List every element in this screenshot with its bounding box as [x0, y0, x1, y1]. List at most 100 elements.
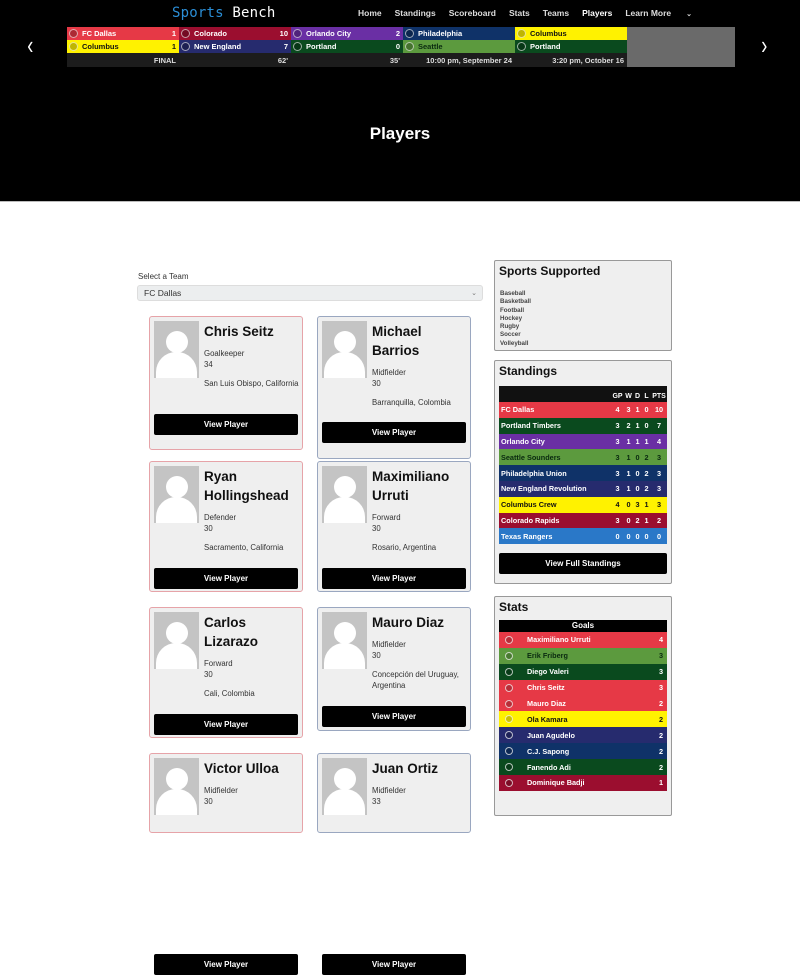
sport-item[interactable]: Football: [500, 307, 671, 315]
standings-pts: 3: [656, 452, 662, 462]
avatar-body-icon: [156, 352, 197, 378]
ticker-game[interactable]: Colorado 10 New England 7 62': [179, 27, 291, 67]
stats-player-name: Mauro Diaz: [527, 699, 566, 708]
site-logo[interactable]: Sports Bench: [172, 5, 276, 21]
standings-gp: 3: [615, 484, 620, 494]
standings-d: 3: [635, 500, 640, 510]
nav-standings[interactable]: Standings: [395, 8, 436, 18]
score-ticker: FC Dallas 1 Columbus 1 FINAL Colorado 10 New En…: [67, 27, 735, 67]
standings-team-name: Seattle Sounders: [501, 452, 561, 462]
standings-row[interactable]: New England Revolution 3 1 0 2 3: [499, 480, 667, 497]
view-player-button[interactable]: View Player: [154, 714, 298, 735]
standings-w: 1: [626, 484, 631, 494]
team-logo-icon: [293, 29, 302, 38]
standings-row[interactable]: FC Dallas 4 3 1 0 10: [499, 402, 667, 418]
stats-value: 2: [658, 746, 663, 756]
player-card: Chris Seitz Goalkeeper 34 San Luis Obispo, …: [149, 316, 303, 450]
standings-row[interactable]: Seattle Sounders 3 1 0 2 3: [499, 449, 667, 466]
ticker-team-row: Orlando City 2: [291, 27, 403, 40]
sport-item[interactable]: Hockey: [500, 315, 671, 323]
team-logo-icon: [505, 651, 513, 660]
ticker-game[interactable]: Orlando City 2 Portland 0 35': [291, 27, 403, 67]
stats-row[interactable]: Fanendo Adi 2: [499, 759, 667, 776]
nav-players[interactable]: Players: [582, 8, 612, 18]
stats-row[interactable]: Mauro Diaz 2: [499, 695, 667, 712]
team-logo-icon: [69, 42, 78, 51]
sport-item[interactable]: Basketball: [500, 298, 671, 306]
player-card: Victor Ulloa Midfielder 30 View Player: [149, 753, 303, 975]
sport-item[interactable]: Baseball: [500, 290, 671, 298]
player-name: Mauro Diaz: [372, 615, 445, 630]
standings-row[interactable]: Columbus Crew 4 0 3 1 3: [499, 496, 667, 513]
standings-pts: 7: [656, 421, 662, 431]
ticker-prev-arrow-icon[interactable]: ‹: [27, 32, 33, 58]
stats-row[interactable]: Dominique Badji 1: [499, 775, 667, 791]
player-number: 30: [204, 524, 213, 533]
standings-row[interactable]: Portland Timbers 3 2 1 0 7: [499, 417, 667, 434]
standings-row[interactable]: Philadelphia Union 3 1 0 2 3: [499, 465, 667, 481]
nav-teams[interactable]: Teams: [543, 8, 569, 18]
ticker-game[interactable]: Philadelphia Seattle 10:00 pm, September 2…: [403, 27, 515, 67]
chevron-down-icon: ⌄: [471, 290, 477, 297]
standings-team-name: FC Dallas: [501, 405, 535, 415]
standings-row[interactable]: Colorado Rapids 3 0 2 1 2: [499, 512, 667, 529]
player-name: Maximiliano Urruti: [372, 469, 450, 503]
view-player-button[interactable]: View Player: [322, 422, 466, 443]
view-player-button[interactable]: View Player: [322, 706, 466, 727]
nav-home[interactable]: Home: [358, 8, 382, 18]
stats-row[interactable]: Diego Valeri 3: [499, 663, 667, 680]
ticker-team-row: Columbus 1: [67, 40, 179, 53]
team-select[interactable]: FC Dallas ⌄: [137, 285, 483, 301]
stats-row[interactable]: Chris Seitz 3: [499, 679, 667, 696]
standings-gp: 4: [615, 500, 620, 510]
ticker-team-name: Portland: [306, 42, 337, 51]
ticker-team-row: Seattle: [403, 40, 515, 53]
standings-d: 1: [635, 405, 640, 415]
player-number: 30: [204, 797, 213, 806]
ticker-team-score: 0: [395, 42, 400, 51]
player-info: Victor Ulloa Midfielder 30: [204, 759, 300, 815]
stats-value: 3: [658, 651, 663, 661]
stats-row[interactable]: Juan Agudelo 2: [499, 727, 667, 744]
player-number: 33: [372, 797, 381, 806]
ticker-game[interactable]: Columbus Portland 3:20 pm, October 16: [515, 27, 627, 67]
nav-learn-more[interactable]: Learn More ⌄: [625, 8, 705, 18]
stats-row[interactable]: C.J. Sapong 2: [499, 743, 667, 760]
stats-value: 4: [658, 635, 663, 645]
chevron-down-icon: ⌄: [686, 11, 693, 18]
standings-d: 2: [635, 515, 640, 525]
player-info: Maximiliano Urruti Forward 30 Rosario, Arge…: [372, 467, 468, 553]
stats-row[interactable]: Maximiliano Urruti 4: [499, 632, 667, 648]
stats-row[interactable]: Erik Friberg 3: [499, 647, 667, 664]
standings-pts: 4: [656, 436, 662, 446]
view-player-button[interactable]: View Player: [154, 954, 298, 975]
standings-l: 1: [644, 515, 649, 525]
avatar-body-icon: [324, 789, 365, 815]
sport-item[interactable]: Volleyball: [500, 340, 671, 348]
view-player-button[interactable]: View Player: [154, 414, 298, 435]
sport-item[interactable]: Soccer: [500, 331, 671, 339]
player-card: Maximiliano Urruti Forward 30 Rosario, Arge…: [317, 461, 471, 592]
standings-w: 0: [626, 515, 631, 525]
ticker-team-name: New England: [194, 42, 242, 51]
team-logo-icon: [405, 42, 414, 51]
view-player-button[interactable]: View Player: [322, 954, 466, 975]
stats-row[interactable]: Ola Kamara 2: [499, 711, 667, 728]
standings-row[interactable]: Orlando City 3 1 1 1 4: [499, 433, 667, 450]
view-player-button[interactable]: View Player: [322, 568, 466, 589]
ticker-game[interactable]: FC Dallas 1 Columbus 1 FINAL: [67, 27, 179, 67]
nav-stats[interactable]: Stats: [509, 8, 530, 18]
standings-gp: 3: [615, 452, 620, 462]
stats-title: Stats: [499, 600, 529, 614]
standings-pts: 10: [654, 405, 664, 415]
standings-row[interactable]: Texas Rangers 0 0 0 0 0: [499, 528, 667, 545]
ticker-next-arrow-icon[interactable]: ›: [761, 32, 767, 58]
team-logo-icon: [517, 42, 526, 51]
stats-player-name: Maximiliano Urruti: [527, 635, 591, 645]
view-full-standings-button[interactable]: View Full Standings: [499, 553, 667, 575]
view-player-button[interactable]: View Player: [154, 568, 298, 589]
stats-player-name: C.J. Sapong: [527, 746, 570, 756]
ticker-team-name: Columbus: [530, 29, 567, 38]
sport-item[interactable]: Rugby: [500, 323, 671, 331]
nav-scoreboard[interactable]: Scoreboard: [449, 8, 496, 18]
